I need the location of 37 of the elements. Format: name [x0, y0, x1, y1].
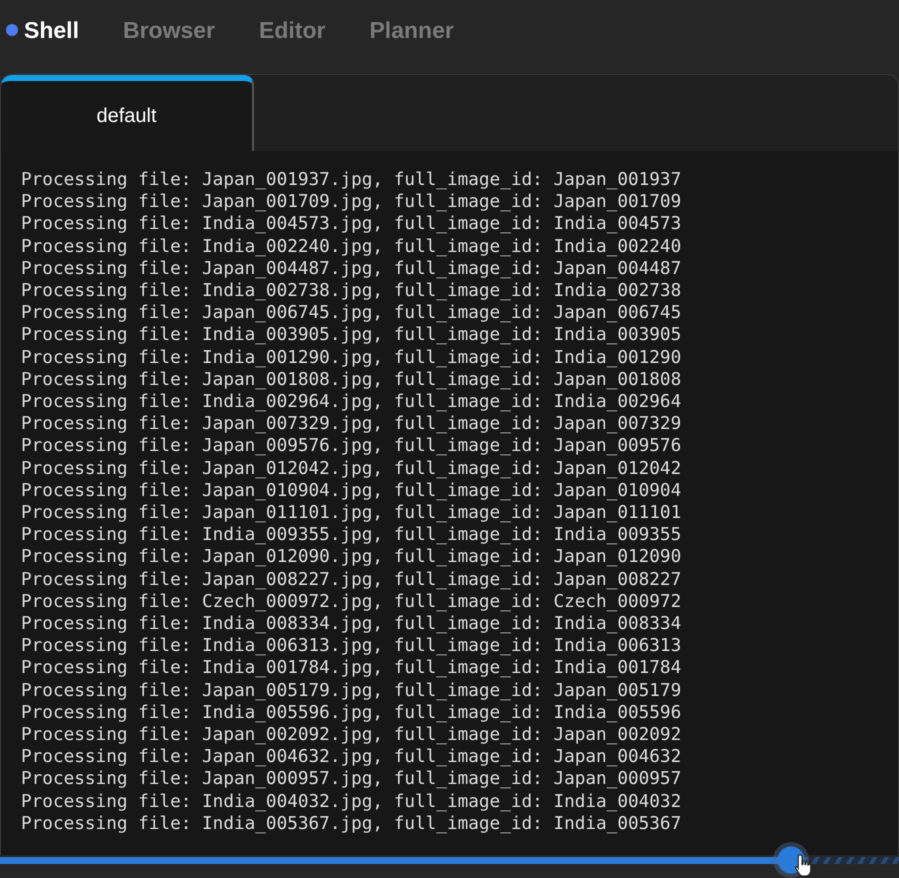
- app-tab[interactable]: Planner: [369, 16, 454, 44]
- terminal-line: Processing file: Japan_004487.jpg, full_image_id: Japan_004487: [21, 258, 682, 280]
- app-tab[interactable]: Browser: [122, 16, 216, 44]
- terminal-line: Processing file: Japan_008227.jpg, full_image_id: Japan_008227: [21, 568, 682, 591]
- terminal-line: Processing file: India_003905.jpg, full_image_id: India_003905: [21, 324, 682, 347]
- terminal-line: Processing file: Japan_005179.jpg, full_image_id: Japan_005179: [21, 680, 682, 702]
- terminal-line: Processing file: India_009355.jpg, full_image_id: India_009355: [21, 524, 682, 546]
- terminal-line: Processing file: Japan_001709.jpg, full_image_id: Japan_001709: [21, 191, 682, 214]
- terminal-line: Processing file: Japan_001937.jpg, full_image_id: Japan_001937: [21, 169, 682, 192]
- terminal-line: Processing file: Japan_001808.jpg, full_image_id: Japan_001808: [21, 368, 682, 392]
- terminal-line: Processing file: India_004032.jpg, full_image_id: India_004032: [21, 790, 682, 813]
- terminal-line: Processing file: Japan_002092.jpg, full_image_id: Japan_002092: [21, 724, 682, 746]
- terminal-line: Processing file: Japan_006745.jpg, full_image_id: Japan_006745: [21, 302, 682, 324]
- terminal-line: Processing file: Japan_012042.jpg, full_image_id: Japan_012042: [21, 458, 682, 480]
- terminal-line: Processing file: India_002738.jpg, full_image_id: India_002738: [21, 280, 682, 302]
- terminal-line: Processing file: Japan_000957.jpg, full_image_id: Japan_000957: [21, 768, 682, 791]
- terminal-line: Processing file: Japan_012090.jpg, full_image_id: Japan_012090: [21, 546, 682, 569]
- terminal-line: Processing file: Japan_011101.jpg, full_image_id: Japan_011101: [21, 502, 682, 524]
- terminal-line: Processing file: India_001784.jpg, full_image_id: India_001784: [21, 657, 682, 680]
- terminal-line: Processing file: India_001290.jpg, full_image_id: India_001290: [21, 346, 682, 369]
- terminal-line: Processing file: India_002240.jpg, full_image_id: India_002240: [21, 236, 682, 258]
- app-tab[interactable]: Editor: [259, 16, 326, 44]
- active-dot-icon: [6, 24, 18, 36]
- terminal-line: Processing file: Japan_010904.jpg, full_image_id: Japan_010904: [21, 480, 682, 502]
- session-tab[interactable]: default: [1, 75, 254, 151]
- terminal-line: Processing file: India_008334.jpg, full_image_id: India_008334: [21, 613, 682, 636]
- terminal-line: Processing file: India_002964.jpg, full_image_id: India_002964: [21, 391, 682, 414]
- terminal-line: Processing file: Japan_004632.jpg, full_image_id: Japan_004632: [21, 746, 682, 768]
- terminal-line: Processing file: Czech_000972.jpg, full_image_id: Czech_000972: [21, 590, 682, 614]
- app-tab[interactable]: Shell: [6, 16, 79, 44]
- terminal-line: Processing file: Japan_007329.jpg, full_image_id: Japan_007329: [21, 413, 682, 436]
- terminal-line: Processing file: India_005367.jpg, full_image_id: India_005367: [21, 812, 682, 836]
- terminal-line: Processing file: India_005596.jpg, full_image_id: India_005596: [21, 702, 682, 724]
- terminal-line: Processing file: Japan_009576.jpg, full_image_id: Japan_009576: [21, 435, 682, 458]
- terminal-line: Processing file: India_004573.jpg, full_image_id: India_004573: [21, 213, 682, 236]
- progress-slider[interactable]: [0, 841, 899, 878]
- terminal-line: Processing file: India_006313.jpg, full_image_id: India_006313: [21, 635, 682, 658]
